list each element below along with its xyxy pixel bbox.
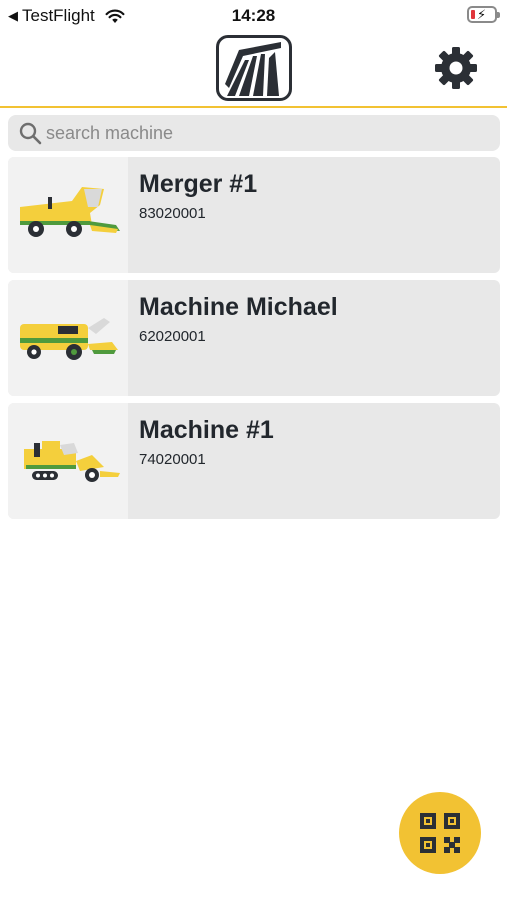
machine-card[interactable]: Machine #1 74020001	[8, 403, 500, 519]
machine-list: Merger #1 83020001 Machine Michael 62020…	[8, 157, 500, 526]
forage-harvester-icon	[8, 280, 128, 396]
battery-icon: ⚡	[467, 6, 500, 23]
machine-name: Merger #1	[139, 170, 258, 198]
gear-icon[interactable]	[432, 44, 480, 92]
qr-code-icon	[420, 813, 460, 853]
status-time: 14:28	[231, 6, 276, 25]
merger-machine-icon	[8, 157, 128, 273]
machine-card[interactable]: Machine Michael 62020001	[8, 280, 500, 396]
status-bar: ◀ TestFlight 14:28 ⚡	[0, 0, 507, 30]
app-header	[0, 30, 507, 108]
search-input[interactable]	[46, 122, 466, 144]
machine-serial: 74020001	[139, 451, 206, 468]
scan-qr-button[interactable]	[399, 792, 481, 874]
machine-serial: 62020001	[139, 328, 206, 345]
search-bar	[8, 115, 500, 151]
machine-serial: 83020001	[139, 205, 206, 222]
machine-card[interactable]: Merger #1 83020001	[8, 157, 500, 273]
machine-name: Machine #1	[139, 416, 274, 444]
machine-name: Machine Michael	[139, 293, 338, 321]
search-icon	[19, 122, 42, 145]
brand-logo-icon	[216, 35, 292, 101]
tracked-harvester-icon	[8, 403, 128, 519]
